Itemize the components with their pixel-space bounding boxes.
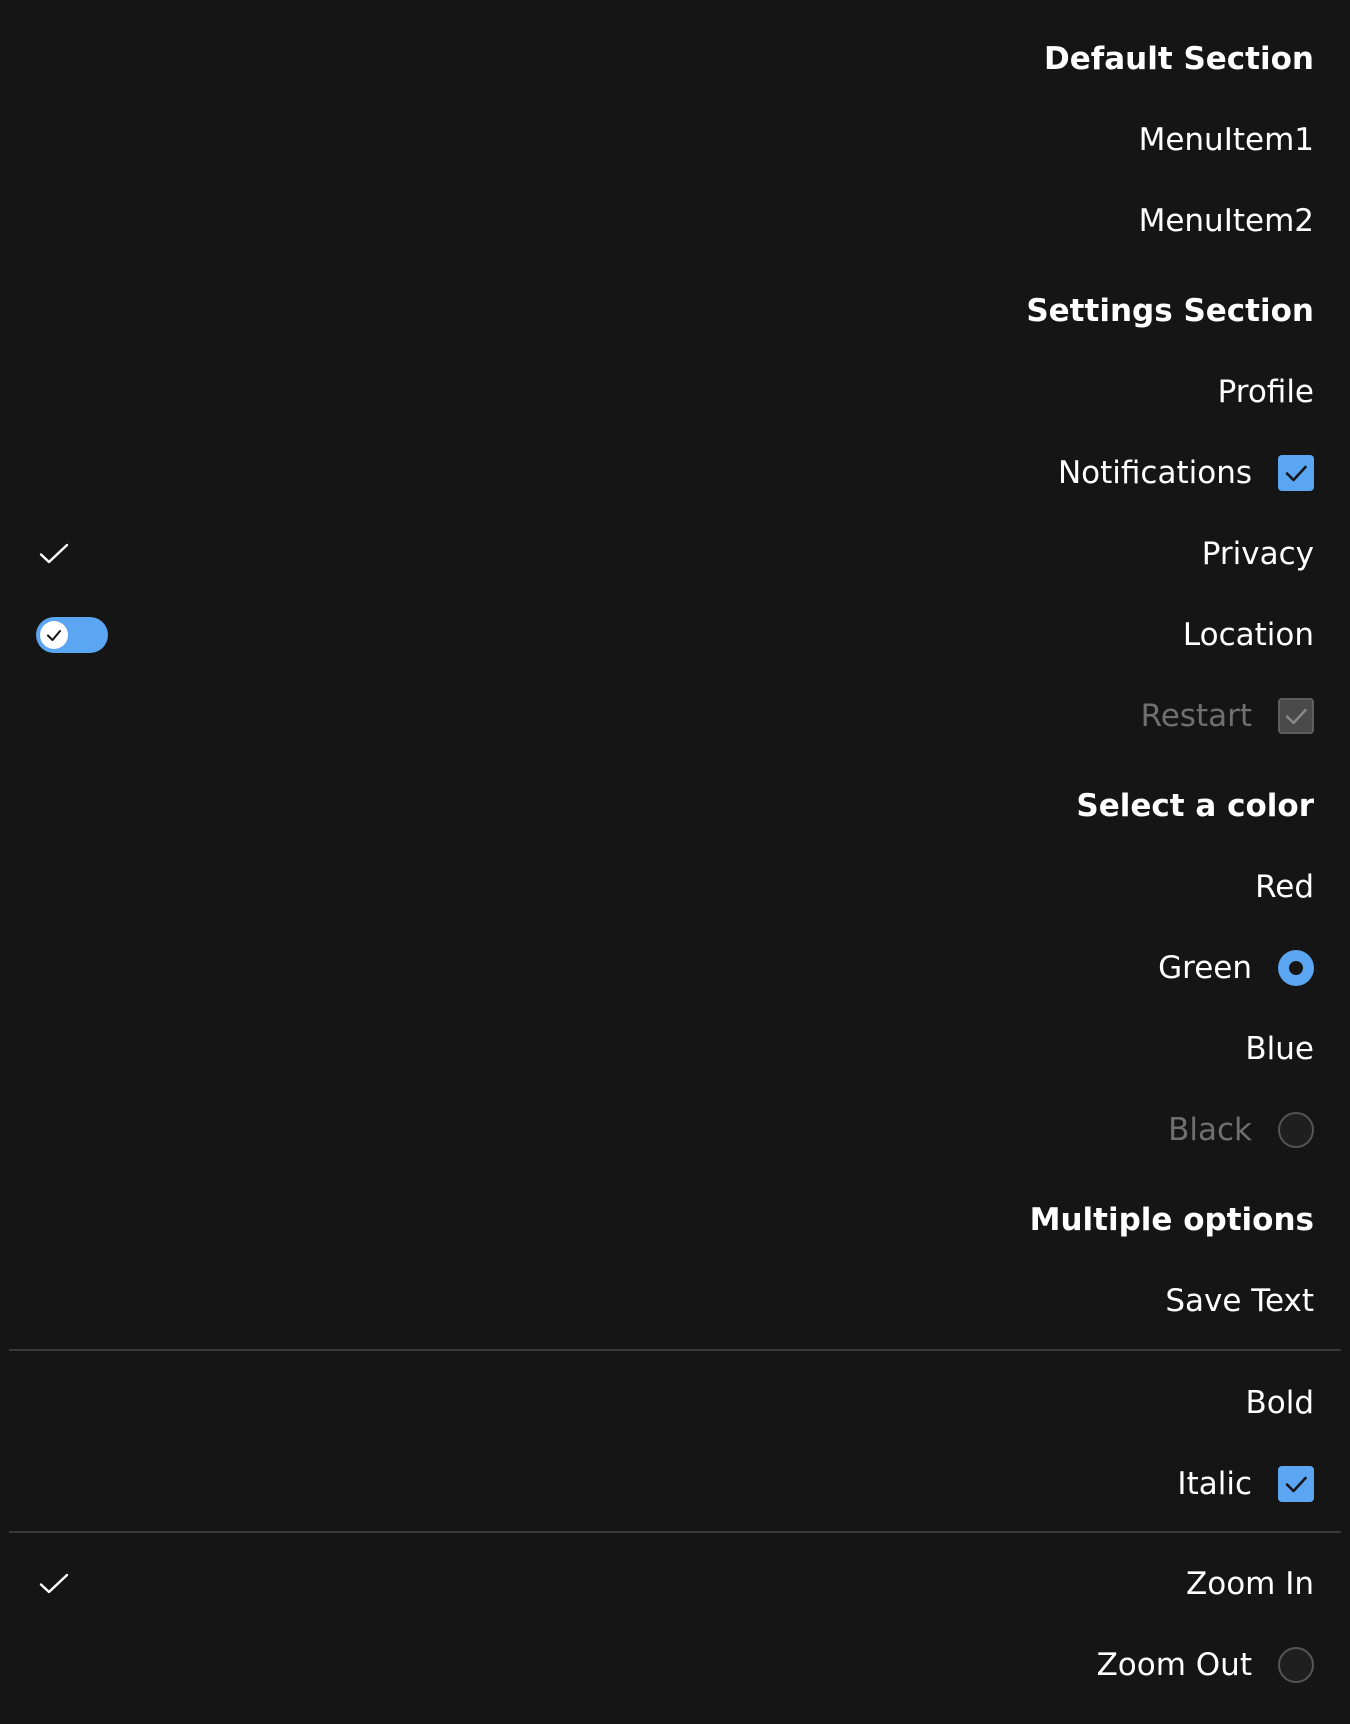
menu-item-label: Blue <box>1245 1030 1314 1067</box>
menu-item-label: Black <box>1168 1111 1252 1148</box>
checkmark-icon <box>39 1573 69 1593</box>
menu-item-location[interactable]: Location <box>0 594 1350 675</box>
section-title: Settings Section <box>1026 292 1314 329</box>
menu-item-bold[interactable]: Bold <box>0 1362 1350 1443</box>
menu-item-label: MenuItem2 <box>1138 202 1314 239</box>
menu-divider <box>9 1349 1341 1351</box>
restart-checkbox <box>1278 697 1314 734</box>
menu-item-red[interactable]: Red <box>0 846 1350 927</box>
checkmark-icon <box>39 543 69 563</box>
section-header-multiple: Multiple options <box>0 1179 1350 1260</box>
menu-item-label: Zoom Out <box>1096 1646 1252 1683</box>
menu-item-blue[interactable]: Blue <box>0 1008 1350 1089</box>
menu-item-zoom-in[interactable]: Zoom In <box>0 1543 1350 1624</box>
menu-item-green[interactable]: Green <box>0 927 1350 1008</box>
menu-item-italic[interactable]: Italic <box>0 1443 1350 1524</box>
zoom-out-radio-button[interactable] <box>1278 1646 1314 1683</box>
section-header-color: Select a color <box>0 765 1350 846</box>
menu-item-label: Restart <box>1140 697 1252 734</box>
menu-item-notifications[interactable]: Notifications <box>0 432 1350 513</box>
menu-item-restart: Restart <box>0 675 1350 756</box>
menu-item-zoom-out[interactable]: Zoom Out <box>0 1624 1350 1705</box>
menu-item-label: Red <box>1255 868 1314 905</box>
checkmark-icon <box>47 629 61 641</box>
menu-divider <box>9 1531 1341 1533</box>
menu-item-label: Location <box>1182 616 1314 653</box>
menu-item-2[interactable]: MenuItem2 <box>0 180 1350 261</box>
checkmark-icon <box>1285 708 1307 724</box>
location-toggle-switch[interactable] <box>36 616 108 653</box>
menu-item-label: Save Text <box>1165 1282 1314 1319</box>
italic-checkbox[interactable] <box>1278 1465 1314 1502</box>
section-header-default: Default Section <box>0 18 1350 99</box>
menu-item-label: Privacy <box>1201 535 1314 572</box>
menu-item-label: Bold <box>1245 1384 1314 1421</box>
menu-item-save-text[interactable]: Save Text <box>0 1260 1350 1341</box>
menu-item-label: Green <box>1158 949 1252 986</box>
section-title: Multiple options <box>1029 1201 1314 1238</box>
menu-item-label: Zoom In <box>1185 1565 1314 1602</box>
menu-item-1[interactable]: MenuItem1 <box>0 99 1350 180</box>
black-radio-button <box>1278 1111 1314 1148</box>
menu-item-black: Black <box>0 1089 1350 1170</box>
menu-item-profile[interactable]: Profile <box>0 351 1350 432</box>
menu-item-privacy[interactable]: Privacy <box>0 513 1350 594</box>
section-header-settings: Settings Section <box>0 270 1350 351</box>
section-title: Select a color <box>1076 787 1314 824</box>
menu-item-label: Italic <box>1177 1465 1252 1502</box>
checkmark-icon <box>1285 465 1307 481</box>
menu-item-label: Notifications <box>1057 454 1252 491</box>
toggle-knob <box>40 620 68 649</box>
menu-item-label: MenuItem1 <box>1138 121 1314 158</box>
menu-item-label: Profile <box>1217 373 1314 410</box>
checkmark-icon <box>1285 1476 1307 1492</box>
green-radio-button[interactable] <box>1278 949 1314 986</box>
notifications-checkbox[interactable] <box>1278 454 1314 491</box>
section-title: Default Section <box>1043 40 1314 77</box>
context-menu: Default Section MenuItem1 MenuItem2 Sett… <box>0 0 1350 1724</box>
